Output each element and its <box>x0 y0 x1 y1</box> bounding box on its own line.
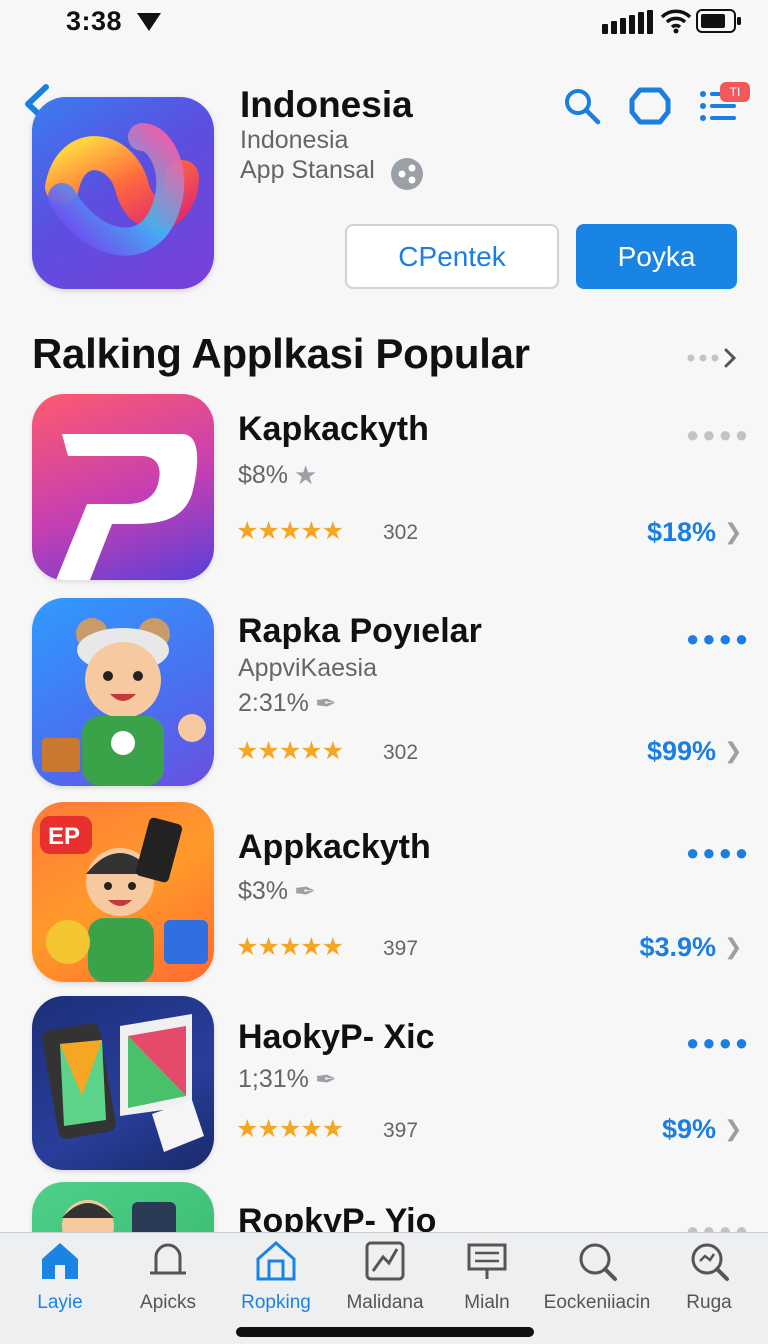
tab-malidana[interactable]: Malidana <box>330 1239 440 1314</box>
feather-icon: ✒ <box>314 1064 337 1094</box>
app-meta-text: $3% <box>238 877 289 905</box>
app-row-icon <box>32 996 214 1170</box>
star-rating: ★★★★★ <box>236 933 344 961</box>
more-dots-icon[interactable]: ●●●● <box>686 422 751 448</box>
app-price[interactable]: $18% <box>647 517 716 548</box>
home-indicator <box>236 1327 534 1337</box>
app-developer: AppviKaesia <box>238 654 377 682</box>
tab-label: Mialn <box>464 1292 510 1313</box>
app-title: Indonesia <box>240 84 413 125</box>
board-icon <box>467 1243 507 1279</box>
search-zoom-icon <box>691 1243 729 1281</box>
status-time: 3:38 <box>66 6 123 36</box>
tab-mialn[interactable]: Mialn <box>432 1239 542 1314</box>
tab-layie[interactable]: Layie <box>5 1239 115 1314</box>
search-icon[interactable] <box>562 86 602 126</box>
app-meta-text: $8% <box>238 461 289 489</box>
primary-button[interactable]: Poyka <box>576 224 737 289</box>
tab-ropking[interactable]: Ropking <box>221 1239 331 1314</box>
tab-apicks[interactable]: Apicks <box>113 1239 223 1314</box>
app-meta-text: 2:31% <box>238 689 309 717</box>
app-subtitle: Indonesia <box>240 126 349 154</box>
app-row-icon <box>32 1182 214 1232</box>
rating-count: 302 <box>383 521 419 544</box>
star-icon: ★ <box>294 460 318 490</box>
list-item[interactable]: RopkyP- Yio ●●●● <box>0 1180 768 1232</box>
app-name: Appkackyth <box>238 828 431 866</box>
list-item[interactable]: HaokyP- Xic 1;31% ✒ ★★★★★ 397 ●●●● $9% ❯ <box>0 996 768 1172</box>
signal-icon <box>602 10 653 34</box>
chart-icon <box>365 1241 405 1281</box>
app-meta: 2:31% ✒ <box>238 688 337 719</box>
tab-label: Eockeniiacin <box>543 1292 651 1313</box>
chevron-right-icon: ❯ <box>724 934 743 959</box>
status-bar: 3:38 <box>0 0 768 46</box>
secondary-button[interactable]: CPentek <box>345 224 559 289</box>
app-meta: $3% ✒ <box>238 876 316 907</box>
app-meta-text: 1;31% <box>238 1065 309 1093</box>
rating-count: 302 <box>383 741 419 764</box>
tab-label: Layie <box>37 1292 83 1313</box>
app-row-icon: EP <box>32 802 214 982</box>
search-icon <box>579 1243 617 1281</box>
more-dots-icon[interactable]: ●●●● <box>686 1030 751 1056</box>
star-rating: ★★★★★ <box>236 1115 344 1143</box>
battery-icon <box>696 9 741 33</box>
app-price[interactable]: $3.9% <box>639 932 716 963</box>
home-icon <box>42 1243 78 1279</box>
list-item[interactable]: Kapkackyth $8% ★ ★★★★★ 302 ●●●● $18% ❯ <box>0 392 768 584</box>
more-dots-icon[interactable]: ●●●● <box>686 626 751 652</box>
app-name: Rapka Poyıelar <box>238 612 482 650</box>
feather-icon: ✒ <box>294 876 316 906</box>
star-rating: ★★★★★ <box>236 517 344 545</box>
section-more-button[interactable] <box>686 346 738 375</box>
list-item[interactable]: Rapka Poyıelar AppviKaesia 2:31% ✒ ★★★★★… <box>0 598 768 788</box>
feather-icon: ✒ <box>314 688 337 718</box>
chevron-right-icon: ❯ <box>724 1116 743 1141</box>
tab-eockeniiacin[interactable]: Eockeniiacin <box>542 1239 652 1314</box>
list-item[interactable]: EP Appkackyth $3% ✒ ★★★★★ 397 ●●●● $3.9%… <box>0 802 768 986</box>
app-icon <box>32 97 214 289</box>
house-outline-icon <box>256 1240 296 1281</box>
tab-ruga[interactable]: Ruga <box>654 1239 764 1314</box>
chevron-right-icon: ❯ <box>724 738 743 763</box>
app-developer: App Stansal <box>240 156 375 184</box>
more-chevron-icon <box>687 348 737 368</box>
app-name: HaokyP- Xic <box>238 1018 435 1056</box>
rating-count: 397 <box>383 1119 419 1142</box>
settings-icon[interactable] <box>628 86 672 126</box>
tab-label: Apicks <box>140 1292 196 1313</box>
app-meta: $8% ★ <box>238 460 317 491</box>
bell-icon <box>150 1243 186 1275</box>
app-name: Kapkackyth <box>238 410 429 448</box>
svg-text:EP: EP <box>48 823 80 850</box>
notification-badge: TI <box>720 82 750 102</box>
location-arrow-icon <box>137 13 161 31</box>
wifi-icon <box>660 9 692 34</box>
more-dots-icon[interactable]: ●●●● <box>686 1218 751 1232</box>
share-icon[interactable] <box>390 157 424 191</box>
app-row-icon <box>32 394 214 580</box>
app-row-icon <box>32 598 214 786</box>
star-rating: ★★★★★ <box>236 737 344 765</box>
more-dots-icon[interactable]: ●●●● <box>686 840 751 866</box>
chevron-right-icon: ❯ <box>724 519 743 544</box>
app-name: RopkyP- Yio <box>238 1202 437 1232</box>
rating-count: 397 <box>383 937 419 960</box>
tab-label: Ruga <box>686 1292 732 1313</box>
app-price[interactable]: $9% <box>662 1114 716 1145</box>
app-price[interactable]: $99% <box>647 736 716 767</box>
tab-label: Ropking <box>241 1292 311 1313</box>
section-title: Ralking Applkasi Popular <box>32 330 530 377</box>
app-meta: 1;31% ✒ <box>238 1064 337 1095</box>
tab-label: Malidana <box>346 1292 424 1313</box>
